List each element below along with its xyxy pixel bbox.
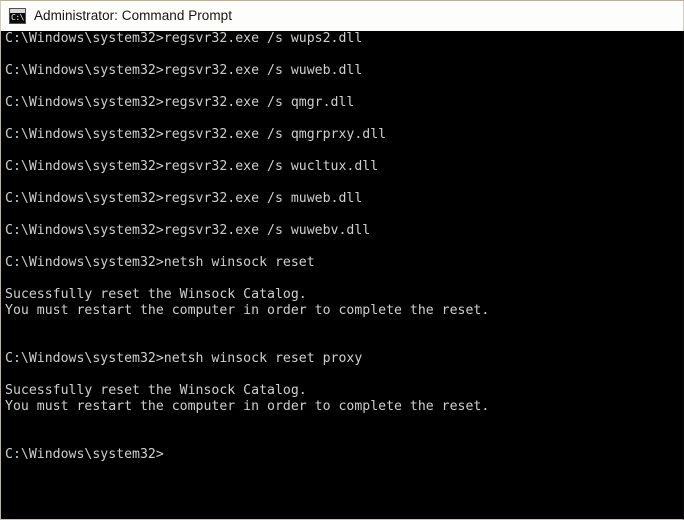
- console-output-line: Sucessfully reset the Winsock Catalog.: [5, 383, 307, 398]
- console-command-line: C:\Windows\system32>regsvr32.exe /s wuwe…: [5, 63, 363, 78]
- console-output-area[interactable]: C:\Windows\system32>regsvr32.exe /s wups…: [0, 31, 684, 520]
- console-command-line: C:\Windows\system32>regsvr32.exe /s wucl…: [5, 159, 379, 174]
- console-command-line: C:\Windows\system32>regsvr32.exe /s wuwe…: [5, 223, 371, 238]
- console-command-line: C:\Windows\system32>netsh winsock reset: [5, 255, 315, 270]
- console-icon: C:\.: [9, 8, 26, 24]
- command-prompt-window: C:\. Administrator: Command Prompt C:\Wi…: [0, 0, 684, 520]
- console-output-line: Sucessfully reset the Winsock Catalog.: [5, 287, 307, 302]
- console-command-line: C:\Windows\system32>regsvr32.exe /s wups…: [5, 31, 363, 46]
- console-command-line: C:\Windows\system32>regsvr32.exe /s muwe…: [5, 191, 363, 206]
- console-icon-prompt-glyph: C:\.: [11, 13, 24, 22]
- console-output-line: You must restart the computer in order t…: [5, 399, 490, 414]
- console-output-line: You must restart the computer in order t…: [5, 303, 490, 318]
- console-text-buffer: C:\Windows\system32>regsvr32.exe /s wups…: [5, 31, 683, 519]
- window-title: Administrator: Command Prompt: [34, 8, 233, 23]
- window-titlebar[interactable]: C:\. Administrator: Command Prompt: [0, 0, 684, 31]
- console-command-line: C:\Windows\system32>regsvr32.exe /s qmgr…: [5, 127, 387, 142]
- console-command-line: C:\Windows\system32>regsvr32.exe /s qmgr…: [5, 95, 355, 110]
- console-command-line: C:\Windows\system32>netsh winsock reset …: [5, 351, 363, 366]
- console-command-line: C:\Windows\system32>: [5, 447, 164, 462]
